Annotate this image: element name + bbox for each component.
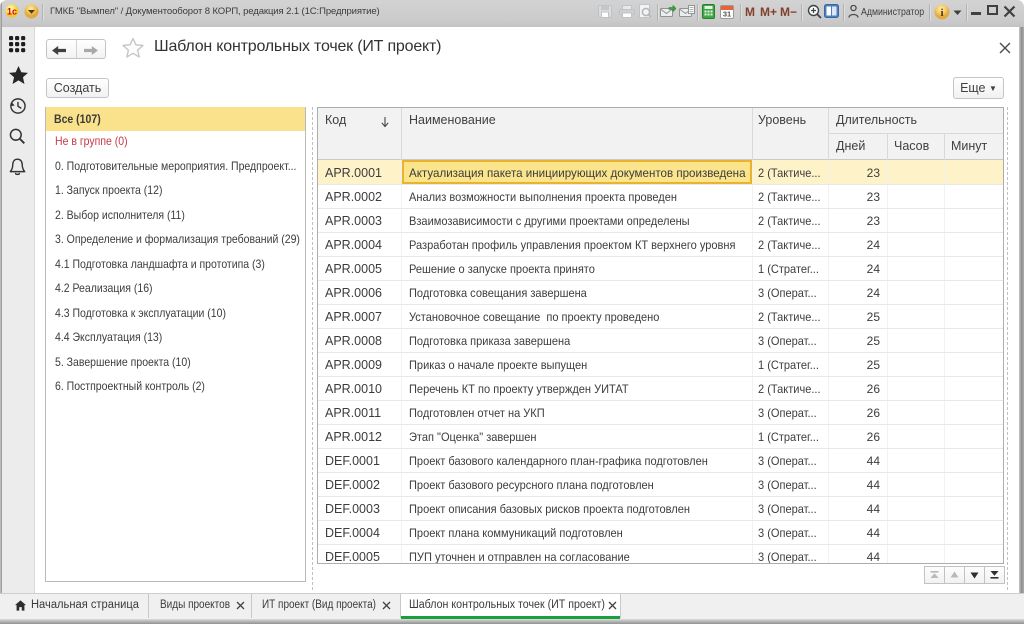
svg-text:i: i — [940, 7, 943, 19]
svg-text:31: 31 — [723, 10, 731, 19]
svg-text:1с: 1с — [7, 7, 17, 17]
